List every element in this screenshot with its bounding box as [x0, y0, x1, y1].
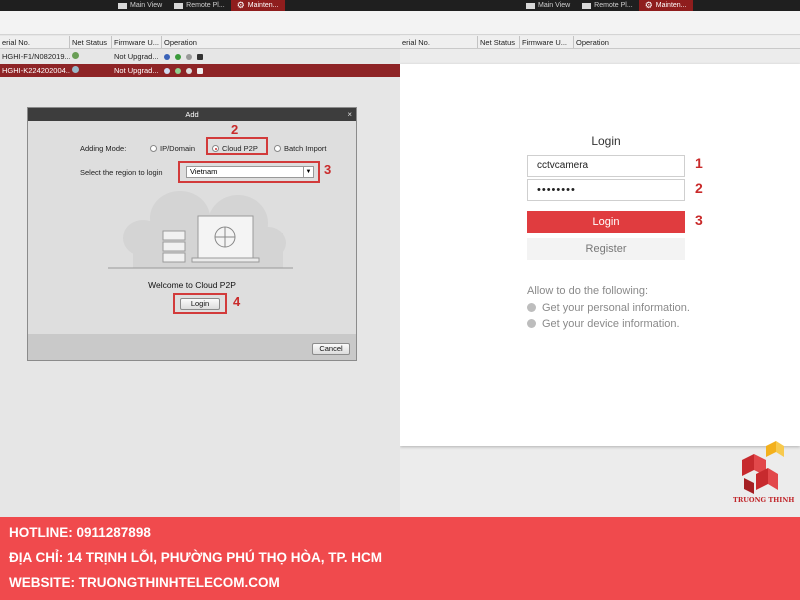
permission-item: Get your personal information.: [527, 300, 727, 316]
left-panel-ivms-window: Main View Remote Pl... ⚙ Mainten... erial…: [0, 0, 400, 517]
permission-item: Get your device information.: [527, 316, 727, 332]
row-operations: [162, 67, 205, 74]
login-title: Login: [591, 134, 621, 148]
toolbar-strip: [400, 11, 800, 35]
adding-mode-label: Adding Mode:: [80, 144, 127, 153]
cloud-server-illustration: [108, 191, 293, 269]
row-serial: HGHI-K224202004...: [2, 66, 70, 75]
col-firmware[interactable]: Firmware U...: [112, 36, 162, 48]
edit-icon[interactable]: [164, 53, 170, 60]
step-number: 2: [231, 122, 239, 137]
address-text: ĐỊA CHỈ: 14 TRỊNH LỖI, PHƯỜNG PHÚ THỌ HÒ…: [9, 550, 382, 565]
radio-icon: [274, 145, 281, 152]
gear-icon: ⚙: [644, 0, 653, 10]
col-serial[interactable]: erial No.: [400, 36, 478, 48]
config-icon[interactable]: [175, 53, 181, 60]
col-firmware[interactable]: Firmware U...: [520, 36, 574, 48]
device-icon[interactable]: [197, 67, 203, 74]
step-number: 4: [233, 294, 241, 309]
col-net-status[interactable]: Net Status: [70, 36, 112, 48]
mode-ip-domain[interactable]: IP/Domain: [150, 144, 195, 153]
close-icon[interactable]: ×: [347, 108, 352, 121]
login-button[interactable]: Login: [527, 211, 685, 233]
step-number: 3: [695, 212, 703, 228]
device-icon[interactable]: [197, 53, 203, 60]
config-icon[interactable]: [175, 67, 181, 74]
password-input[interactable]: ••••••••: [527, 179, 685, 201]
dialog-title-bar: Add ×: [28, 108, 356, 121]
region-label: Select the region to login: [80, 168, 163, 177]
playback-icon: [174, 2, 184, 9]
step-number: 2: [695, 180, 703, 196]
mode-batch-import[interactable]: Batch Import: [274, 144, 327, 153]
settings-icon[interactable]: [186, 67, 192, 74]
allow-heading: Allow to do the following:: [527, 285, 649, 297]
username-input[interactable]: cctvcamera: [527, 155, 685, 177]
step-number: 1: [695, 155, 703, 171]
hotline-text: HOTLINE: 0911287898: [9, 525, 151, 540]
row-firmware: Not Upgrad...: [114, 52, 159, 61]
bullet-icon: [527, 303, 536, 312]
cancel-button[interactable]: Cancel: [312, 343, 350, 355]
row-operations: [162, 53, 205, 60]
main-tab-bar: Main View Remote Pl... ⚙ Mainten...: [520, 0, 693, 11]
tab-main-view[interactable]: Main View: [520, 0, 576, 11]
gear-icon: ⚙: [236, 0, 245, 10]
dialog-title: Add: [185, 110, 199, 119]
contact-banner: HOTLINE: 0911287898 ĐỊA CHỈ: 14 TRỊNH LỖ…: [0, 517, 800, 600]
register-button[interactable]: Register: [527, 238, 685, 260]
playback-icon: [582, 2, 592, 9]
logo-text: TRUONG THINH: [733, 496, 795, 504]
col-serial[interactable]: erial No.: [0, 36, 70, 48]
bullet-icon: [527, 319, 536, 328]
row-firmware: Not Upgrad...: [114, 66, 159, 75]
device-table-header: erial No. Net Status Firmware U... Opera…: [400, 36, 800, 49]
tab-maintenance[interactable]: ⚙ Mainten...: [230, 0, 285, 11]
device-table-header: erial No. Net Status Firmware U... Opera…: [0, 36, 400, 49]
highlight-box: [178, 161, 320, 183]
online-status-icon: [72, 52, 79, 59]
table-row[interactable]: HGHI-K224202004... Not Upgrad...: [0, 64, 400, 77]
col-operation[interactable]: Operation: [574, 36, 800, 48]
table-row[interactable]: HGHI-F1/N082019... Not Upgrad...: [0, 50, 400, 63]
highlight-box: [173, 293, 227, 314]
main-tab-bar: Main View Remote Pl... ⚙ Mainten...: [112, 0, 285, 11]
status-icon: [72, 66, 79, 73]
edit-icon[interactable]: [164, 67, 170, 74]
col-operation[interactable]: Operation: [162, 36, 400, 48]
dialog-footer: [28, 334, 356, 360]
toolbar-strip: [0, 11, 400, 35]
tab-remote-playback[interactable]: Remote Pl...: [168, 0, 231, 11]
tab-main-view[interactable]: Main View: [112, 0, 168, 11]
radio-icon: [150, 145, 157, 152]
settings-icon[interactable]: [186, 53, 192, 60]
tab-remote-playback[interactable]: Remote Pl...: [576, 0, 639, 11]
welcome-text: Welcome to Cloud P2P: [148, 280, 236, 290]
website-text[interactable]: WEBSITE: TRUONGTHINHTELECOM.COM: [9, 575, 280, 590]
add-device-dialog: Add × Adding Mode: IP/Domain Cloud P2P B…: [27, 107, 357, 361]
row-serial: HGHI-F1/N082019...: [2, 52, 70, 61]
tab-maintenance[interactable]: ⚙ Mainten...: [638, 0, 693, 11]
permissions-block: Allow to do the following: Get your pers…: [527, 283, 727, 332]
monitor-icon: [526, 2, 535, 9]
col-net-status[interactable]: Net Status: [478, 36, 520, 48]
step-number: 3: [324, 162, 332, 177]
highlight-box: [206, 137, 268, 155]
monitor-icon: [118, 2, 127, 9]
